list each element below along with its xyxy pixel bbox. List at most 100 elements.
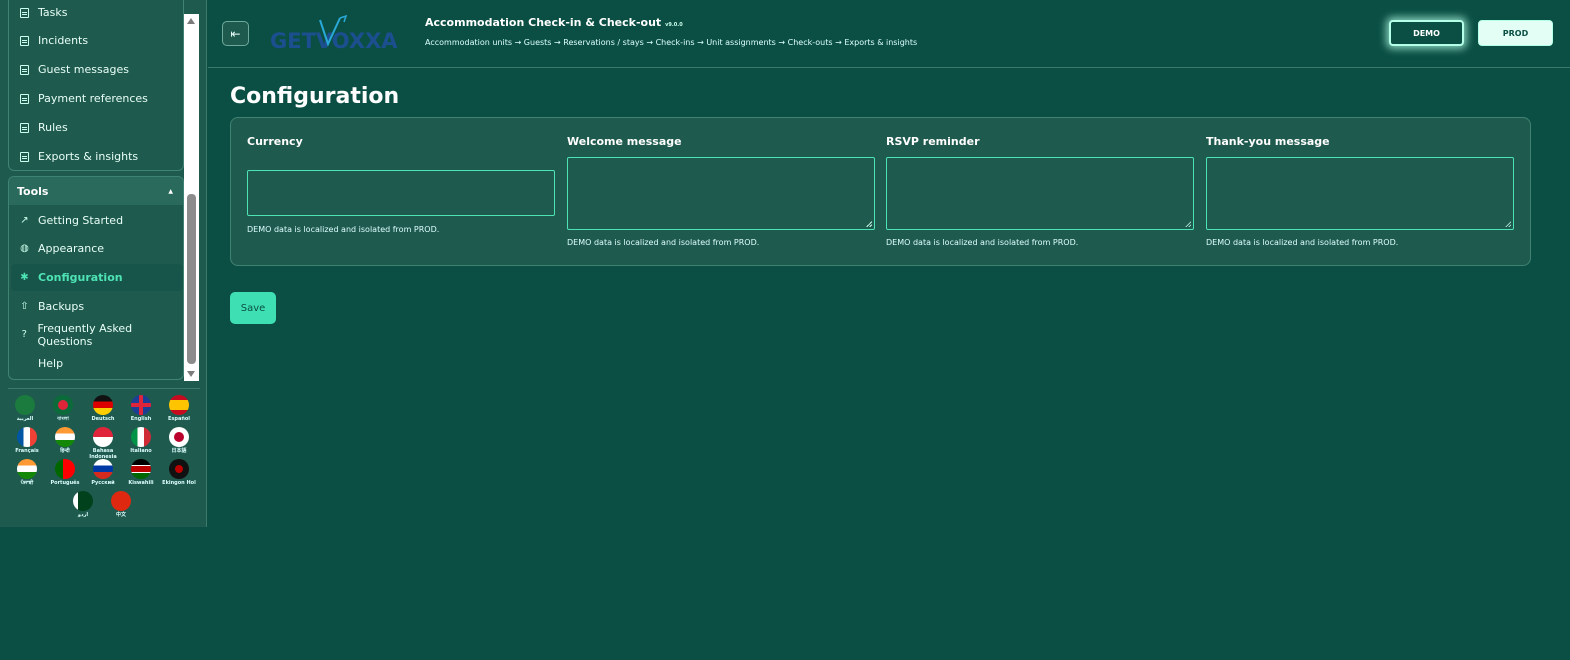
germany-flag-icon	[93, 395, 113, 415]
currency-input[interactable]	[247, 170, 555, 216]
demo-env-button[interactable]: DEMO	[1389, 20, 1464, 46]
resize-handle-icon[interactable]	[1185, 221, 1191, 227]
tools-header-label: Tools	[17, 184, 49, 198]
sidebar-item-incidents[interactable]: Incidents	[11, 27, 183, 54]
language-portugues[interactable]: Português	[48, 459, 82, 486]
japan-flag-icon	[169, 427, 189, 447]
sidebar-item-label: Appearance	[38, 242, 105, 255]
document-icon	[19, 93, 30, 104]
sidebar-item-label: Payment references	[38, 92, 148, 105]
rsvp-reminder-label: RSVP reminder	[886, 135, 980, 148]
sidebar-item-label: Exports & insights	[38, 150, 139, 163]
uk-flag-icon	[131, 395, 151, 415]
thank-you-message-textarea[interactable]	[1206, 157, 1514, 230]
kenya-flag-icon	[131, 459, 151, 479]
sidebar-scrollbar[interactable]	[184, 14, 199, 381]
india-flag-icon	[17, 459, 37, 479]
sidebar-item-label: Tasks	[38, 6, 68, 19]
language-bangla[interactable]: বাংলা	[46, 395, 80, 422]
language-english[interactable]: English	[124, 395, 158, 422]
sidebar-nav: Tasks Incidents Guest messages Payment r…	[0, 0, 200, 382]
welcome-message-textarea[interactable]	[567, 157, 875, 230]
sidebar: Tasks Incidents Guest messages Payment r…	[0, 0, 207, 527]
chevron-up-icon: ▲	[168, 187, 173, 195]
document-icon	[19, 7, 30, 18]
pakistan-flag-icon	[73, 491, 93, 511]
italy-flag-icon	[131, 427, 151, 447]
russia-flag-icon	[93, 459, 113, 479]
language-urdu[interactable]: اردو	[66, 491, 100, 518]
indonesia-flag-icon	[93, 427, 113, 447]
currency-label: Currency	[247, 135, 303, 148]
sidebar-item-label: Configuration	[38, 271, 123, 284]
sidebar-item-label: Backups	[38, 300, 85, 313]
language-chinese[interactable]: 中文	[104, 491, 138, 518]
sidebar-item-exports-insights[interactable]: Exports & insights	[11, 143, 183, 170]
thank-you-message-hint: DEMO data is localized and isolated from…	[1206, 238, 1399, 247]
language-russian[interactable]: Русский	[86, 459, 120, 486]
tools-group-header[interactable]: Tools ▲	[9, 177, 183, 205]
sidebar-item-getting-started[interactable]: ↗ Getting Started	[11, 207, 183, 234]
sidebar-group-tools: Tools ▲ ↗ Getting Started ◍ Appearance ✱…	[8, 176, 184, 380]
collapse-sidebar-button[interactable]: ⇤	[222, 21, 249, 46]
language-espanol[interactable]: Español	[162, 395, 196, 422]
language-arabic[interactable]: العربية	[8, 395, 42, 422]
getvoxxa-logo: GETVOXXA	[270, 14, 398, 53]
spain-flag-icon	[169, 395, 189, 415]
language-italiano[interactable]: Italiano	[124, 427, 158, 454]
china-flag-icon	[111, 491, 131, 511]
sidebar-group-main: Tasks Incidents Guest messages Payment r…	[8, 0, 184, 171]
document-icon	[19, 64, 30, 75]
france-flag-icon	[17, 427, 37, 447]
configuration-card: Currency DEMO data is localized and isol…	[230, 117, 1531, 266]
rsvp-reminder-hint: DEMO data is localized and isolated from…	[886, 238, 1079, 247]
language-hindi[interactable]: हिन्दी	[48, 427, 82, 454]
sidebar-item-configuration[interactable]: ✱ Configuration	[11, 264, 183, 291]
klingon-flag-icon	[169, 459, 189, 479]
app-version: v9.0.0	[665, 22, 683, 28]
sidebar-item-backups[interactable]: ⇧ Backups	[11, 293, 183, 320]
page-title: Configuration	[230, 84, 400, 109]
language-francais[interactable]: Français	[10, 427, 44, 454]
sidebar-item-rules[interactable]: Rules	[11, 114, 183, 141]
sidebar-item-label: Getting Started	[38, 214, 124, 227]
language-japanese[interactable]: 日本語	[162, 427, 196, 454]
bangladesh-flag-icon	[53, 395, 73, 415]
sidebar-item-label: Guest messages	[38, 63, 129, 76]
sidebar-item-tasks[interactable]: Tasks	[11, 0, 183, 26]
resize-handle-icon[interactable]	[1505, 221, 1511, 227]
language-selector: العربية বাংলা Deutsch English Español Fr…	[8, 388, 200, 521]
document-icon	[19, 35, 30, 46]
document-icon	[19, 151, 30, 162]
prod-env-button[interactable]: PROD	[1478, 20, 1553, 46]
language-klingon[interactable]: Ekingon Hol	[162, 459, 196, 486]
palette-icon: ◍	[20, 243, 29, 254]
language-kiswahili[interactable]: Kiswahili	[124, 459, 158, 486]
sidebar-item-appearance[interactable]: ◍ Appearance	[11, 235, 183, 262]
rsvp-reminder-textarea[interactable]	[886, 157, 1194, 230]
sidebar-item-label: Frequently Asked Questions	[37, 321, 133, 348]
sidebar-item-payment-references[interactable]: Payment references	[11, 85, 183, 112]
language-punjabi[interactable]: ਪੰਜਾਬੀ	[10, 459, 44, 486]
sidebar-item-label: Help	[38, 357, 64, 370]
sidebar-item-guest-messages[interactable]: Guest messages	[11, 56, 183, 83]
resize-handle-icon[interactable]	[866, 221, 872, 227]
scrollbar-thumb[interactable]	[187, 194, 196, 364]
india-flag-icon	[55, 427, 75, 447]
document-icon	[19, 122, 30, 133]
language-bahasa-indonesia[interactable]: Bahasa Indonesia	[86, 427, 120, 460]
sidebar-item-faq[interactable]: ? Frequently Asked Questions	[11, 321, 183, 348]
save-button[interactable]: Save	[230, 292, 276, 324]
scroll-up-arrow-icon[interactable]	[187, 18, 195, 24]
sidebar-item-help[interactable]: Help	[11, 350, 183, 377]
welcome-message-label: Welcome message	[567, 135, 682, 148]
scroll-down-arrow-icon[interactable]	[187, 371, 195, 377]
collapse-sidebar-icon: ⇤	[230, 26, 241, 41]
sidebar-item-label: Rules	[38, 121, 68, 134]
workflow-breadcrumb: Accommodation units → Guests → Reservati…	[425, 38, 918, 47]
welcome-message-hint: DEMO data is localized and isolated from…	[567, 238, 760, 247]
app-header: ⇤ GETVOXXA Accommodation Check-in & Chec…	[208, 0, 1570, 68]
language-deutsch[interactable]: Deutsch	[86, 395, 120, 422]
currency-hint: DEMO data is localized and isolated from…	[247, 225, 440, 234]
external-link-icon: ↗	[20, 215, 29, 226]
